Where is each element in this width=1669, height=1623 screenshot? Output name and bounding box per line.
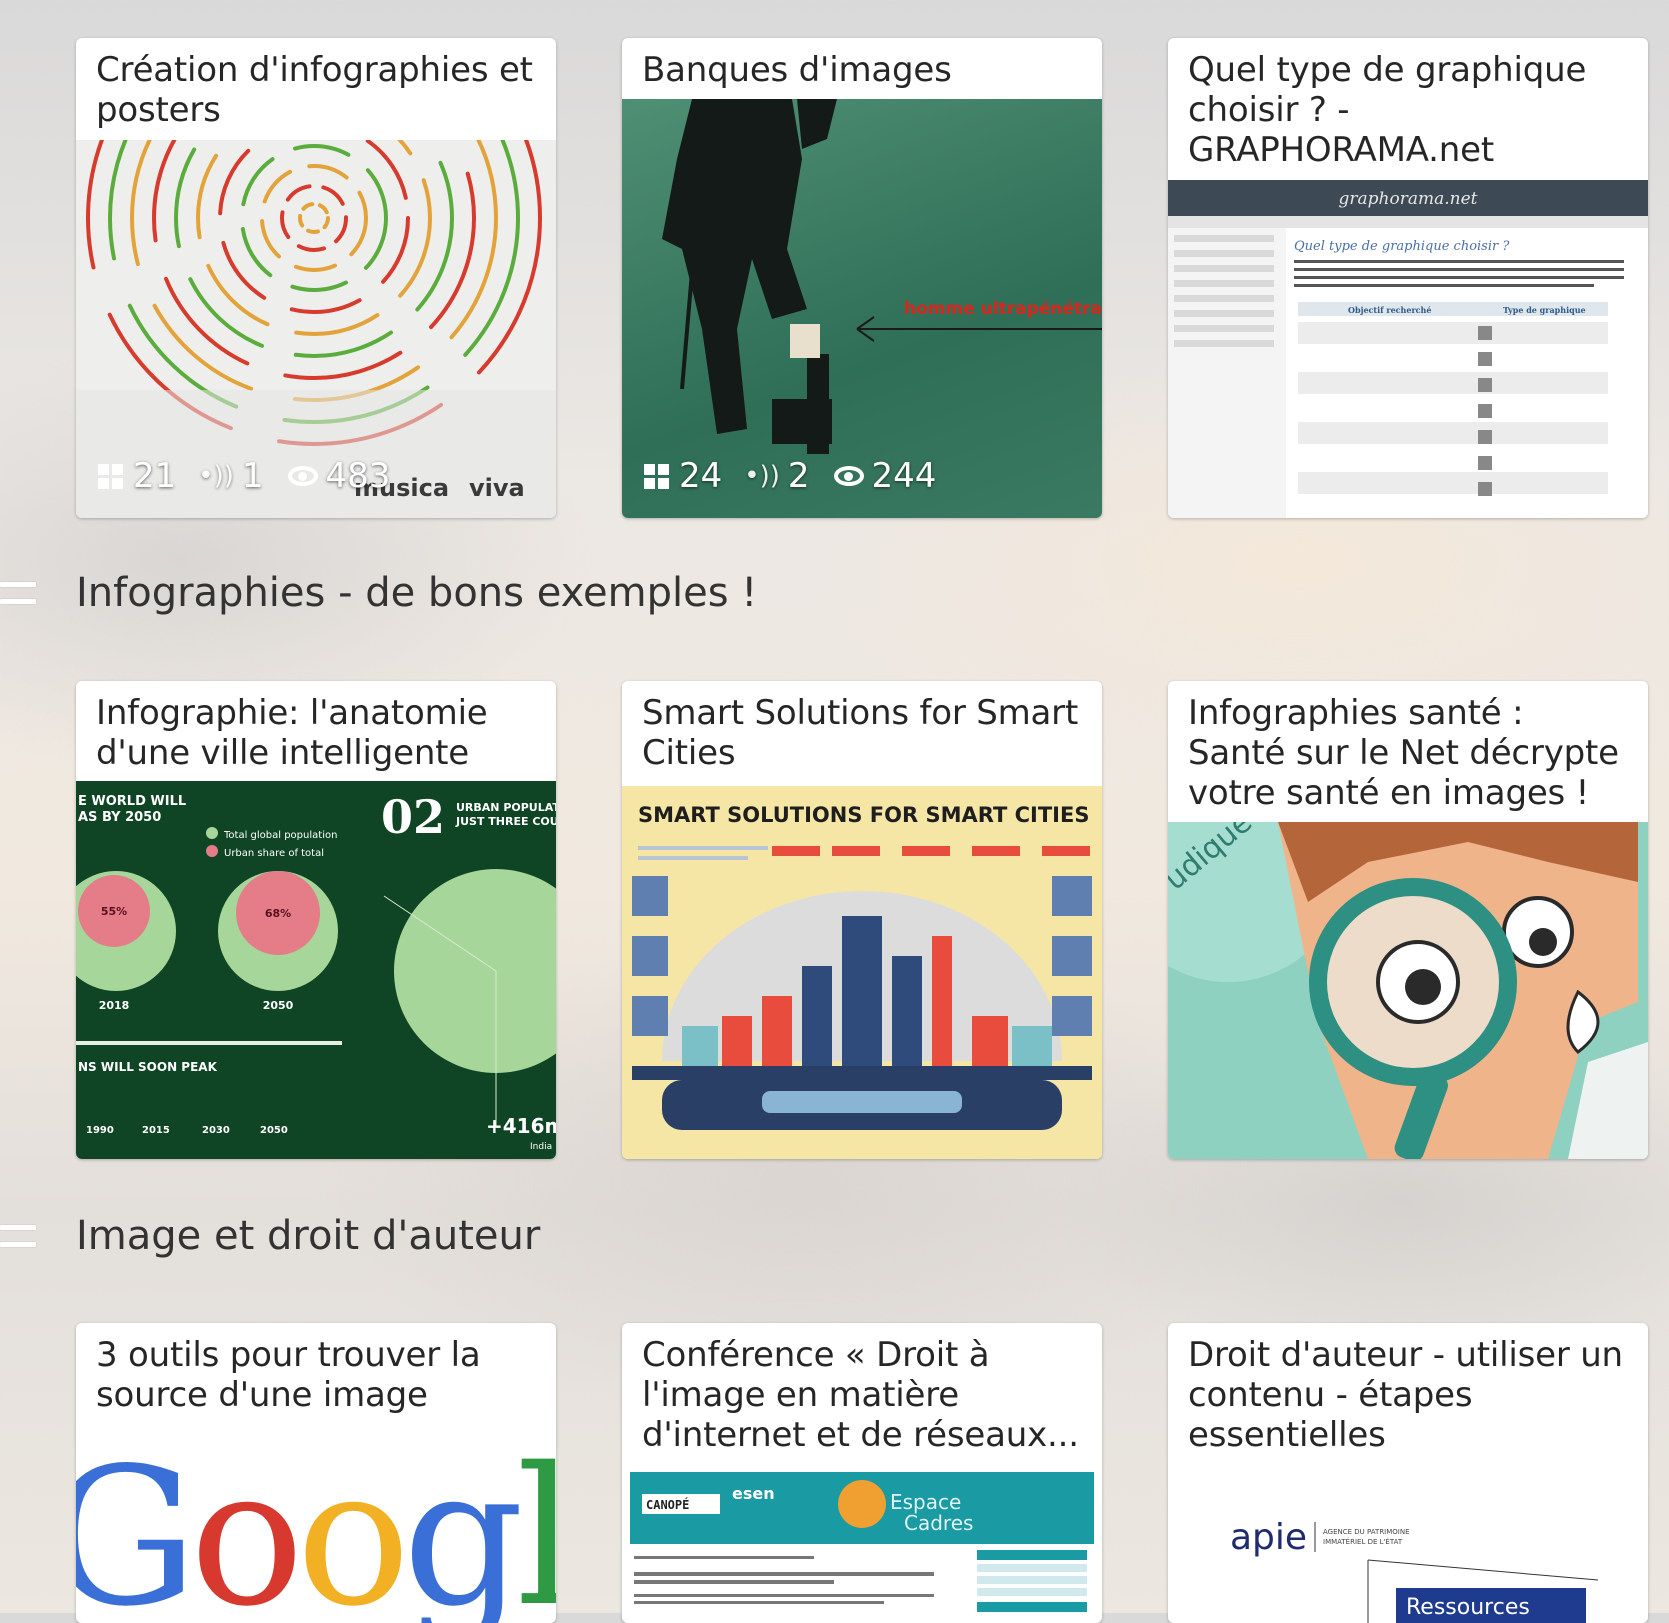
thumb-text: 68%: [265, 907, 291, 920]
thumb-text: Objectif recherché: [1348, 305, 1431, 315]
card-title[interactable]: 3 outils pour trouver la source d'une im…: [76, 1323, 556, 1415]
card-title[interactable]: Création d'infographies et posters: [76, 38, 556, 130]
section-title: Infographies - de bons exemples !: [76, 570, 758, 616]
drag-handle-icon[interactable]: [0, 1225, 36, 1247]
scoop-card[interactable]: Quel type de graphique choisir ? - GRAPH…: [1168, 38, 1648, 518]
scoops-count: 24: [679, 456, 723, 496]
views-count: 483: [325, 456, 391, 496]
thumb-text: viva: [469, 474, 525, 502]
comments-icon: •)): [744, 461, 780, 491]
card-thumbnail[interactable]: musica viva 21 •)) 1 483: [76, 140, 556, 518]
thumb-text: E WORLD WILL: [78, 794, 186, 809]
card-thumbnail[interactable]: udique: [1168, 822, 1648, 1159]
scoop-card[interactable]: 3 outils pour trouver la source d'une im…: [76, 1323, 556, 1623]
card-stats: 24 •)) 2 244: [644, 456, 936, 496]
section-header: Infographies - de bons exemples !: [0, 570, 757, 616]
thumb-text: Googl: [76, 1427, 556, 1623]
thumb-text: +416m: [486, 1114, 556, 1138]
card-title[interactable]: Infographies santé : Santé sur le Net dé…: [1168, 681, 1648, 813]
card-title[interactable]: Conférence « Droit à l'image en matière …: [622, 1323, 1102, 1455]
card-title[interactable]: Infographie: l'anatomie d'une ville inte…: [76, 681, 556, 773]
thumb-text: IMMATÉRIEL DE L'ÉTAT: [1323, 1537, 1403, 1546]
scoop-card[interactable]: Création d'infographies et posters music…: [76, 38, 556, 518]
canope-page-screenshot: CANOPÉ esen Espace Cadres: [630, 1472, 1094, 1612]
card-thumbnail[interactable]: homme ultrapénétrant 24 •)) 2 244: [622, 99, 1102, 518]
thumb-text: 02: [381, 790, 445, 844]
card-title[interactable]: Banques d'images: [622, 38, 1102, 90]
thumb-text: AS BY 2050: [78, 810, 161, 825]
thumb-text: URBAN POPULATI: [456, 801, 556, 814]
scoop-card[interactable]: Infographies santé : Santé sur le Net dé…: [1168, 681, 1648, 1159]
comments-icon: •)): [198, 461, 234, 491]
scoops-count: 21: [133, 456, 177, 496]
thumb-text: Cadres: [904, 1511, 973, 1535]
thumb-text: 1990: [86, 1125, 114, 1136]
card-thumbnail[interactable]: Googl: [76, 1423, 556, 1623]
views-count: 244: [871, 456, 937, 496]
drag-handle-icon[interactable]: [0, 582, 36, 604]
thumb-text: esen: [732, 1484, 775, 1503]
thumb-text: India: [530, 1142, 552, 1152]
scoops-icon: [644, 463, 669, 489]
scoop-card[interactable]: Banques d'images homme ultrapénétrant 24…: [622, 38, 1102, 518]
section-title: Image et droit d'auteur: [76, 1213, 541, 1259]
thumb-text: 2050: [263, 999, 294, 1012]
card-thumbnail[interactable]: apie AGENCE DU PATRIMOINE IMMATÉRIEL DE …: [1168, 1464, 1648, 1623]
card-thumbnail[interactable]: E WORLD WILL AS BY 2050 Total global pop…: [76, 781, 556, 1159]
comments-count: 2: [787, 456, 810, 496]
thumb-text: Ressources: [1406, 1595, 1530, 1620]
apie-logo-image: apie AGENCE DU PATRIMOINE IMMATÉRIEL DE …: [1230, 1517, 1599, 1623]
graphorama-screenshot: graphorama.net Quel type de graphique ch…: [1168, 180, 1648, 518]
thumb-text: Type de graphique: [1503, 305, 1586, 315]
city-infographic-image: E WORLD WILL AS BY 2050 Total global pop…: [76, 790, 556, 1152]
thumb-text: AGENCE DU PATRIMOINE: [1323, 1528, 1410, 1536]
section-header: Image et droit d'auteur: [0, 1213, 540, 1259]
card-title[interactable]: Smart Solutions for Smart Cities: [622, 681, 1102, 773]
thumb-text: Urban share of total: [224, 848, 324, 859]
thumb-text: NS WILL SOON PEAK: [78, 1060, 218, 1074]
thumb-text: Quel type de graphique choisir ?: [1294, 239, 1510, 254]
scoop-card[interactable]: Droit d'auteur - utiliser un contenu - é…: [1168, 1323, 1648, 1623]
comments-count: 1: [241, 456, 264, 496]
smart-city-infographic-image: SMART SOLUTIONS FOR SMART CITIES: [632, 803, 1092, 1130]
thumb-text: 55%: [101, 905, 127, 918]
thumb-text: 2018: [99, 999, 130, 1012]
scoop-card[interactable]: Smart Solutions for Smart Cities SMART S…: [622, 681, 1102, 1159]
thumb-text: 2015: [142, 1125, 170, 1136]
thumb-text: JUST THREE COU: [455, 815, 556, 828]
card-title[interactable]: Quel type de graphique choisir ? - GRAPH…: [1168, 38, 1648, 170]
card-thumbnail[interactable]: graphorama.net Quel type de graphique ch…: [1168, 180, 1648, 518]
card-title[interactable]: Droit d'auteur - utiliser un contenu - é…: [1168, 1323, 1648, 1455]
google-logo-image: Googl: [76, 1427, 556, 1623]
scoop-card[interactable]: Conférence « Droit à l'image en matière …: [622, 1323, 1102, 1623]
card-thumbnail[interactable]: SMART SOLUTIONS FOR SMART CITIES: [622, 786, 1102, 1159]
thumb-text: Total global population: [223, 830, 337, 841]
scoops-icon: [98, 463, 123, 489]
thumb-text: graphorama.net: [1339, 189, 1478, 209]
thumb-text: CANOPÉ: [646, 1497, 689, 1512]
magnifier-illustration: udique: [1168, 822, 1648, 1159]
views-icon: [833, 466, 864, 486]
card-thumbnail[interactable]: CANOPÉ esen Espace Cadres: [622, 1464, 1102, 1623]
card-stats: 21 •)) 1 483: [98, 456, 390, 496]
thumb-text: homme ultrapénétrant: [904, 299, 1102, 319]
scoop-card[interactable]: Infographie: l'anatomie d'une ville inte…: [76, 681, 556, 1159]
thumb-text: SMART SOLUTIONS FOR SMART CITIES: [638, 803, 1089, 827]
thumb-text: 2030: [202, 1125, 230, 1136]
thumb-text: apie: [1230, 1517, 1307, 1558]
thumb-text: 2050: [260, 1125, 288, 1136]
views-icon: [287, 466, 318, 486]
